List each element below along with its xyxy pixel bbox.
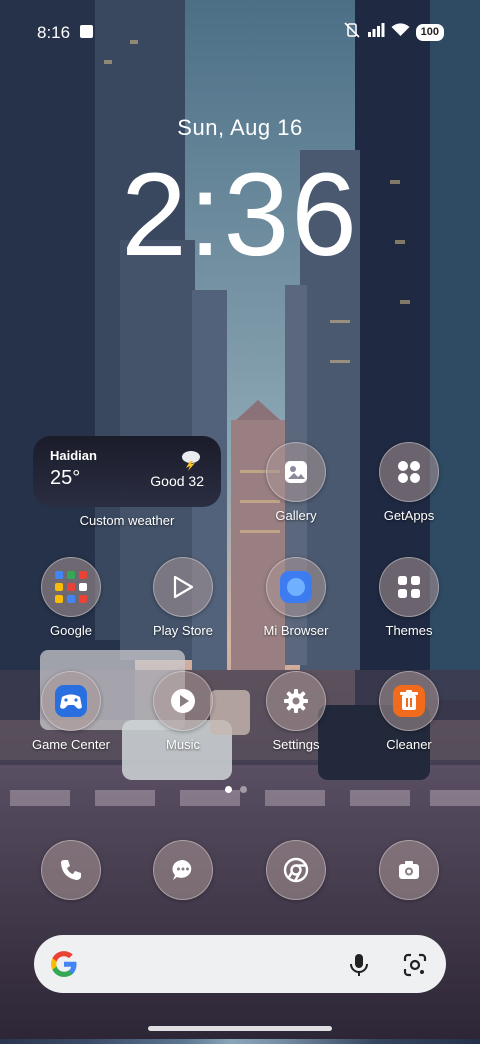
google-search-bar[interactable] [34, 935, 446, 993]
mi-browser-label: Mi Browser [263, 623, 329, 638]
app-music[interactable]: Music [128, 671, 238, 752]
gesture-home-bar[interactable] [148, 1026, 332, 1031]
google-label: Google [50, 623, 92, 638]
app-settings[interactable]: Settings [241, 671, 351, 752]
microphone-icon[interactable] [348, 952, 370, 983]
app-getapps[interactable]: GetApps [354, 442, 464, 523]
messages-icon [153, 840, 213, 900]
phone-icon [41, 840, 101, 900]
page-dot-2[interactable] [240, 786, 247, 793]
google-lens-icon[interactable] [402, 952, 428, 983]
cleaner-label: Cleaner [386, 737, 432, 752]
page-dot-1[interactable] [225, 786, 232, 793]
settings-gear-icon [266, 671, 326, 731]
settings-label: Settings [272, 737, 320, 752]
mi-browser-icon [266, 557, 326, 617]
play-store-icon [153, 557, 213, 617]
status-bar: 8:16 100 [0, 0, 480, 64]
themes-icon [379, 557, 439, 617]
dock-messages[interactable] [128, 840, 238, 900]
status-time: 8:16 [37, 23, 71, 42]
signal-icon [367, 23, 385, 42]
dock-chrome[interactable] [241, 840, 351, 900]
weather-temperature: 25° [50, 467, 81, 489]
gallery-icon [266, 442, 326, 502]
gallery-label: Gallery [275, 508, 317, 523]
weather-air-quality: Good 32 [150, 473, 204, 489]
vibrate-off-icon [343, 22, 361, 43]
music-label: Music [166, 737, 200, 752]
clock-widget[interactable]: 2:36 [0, 140, 480, 290]
app-cleaner[interactable]: Cleaner [354, 671, 464, 752]
music-icon [153, 671, 213, 731]
thunderstorm-icon [179, 449, 203, 476]
google-folder-icon [41, 557, 101, 617]
app-google-folder[interactable]: Google [16, 557, 126, 638]
app-mi-browser[interactable]: Mi Browser [241, 557, 351, 638]
weather-widget[interactable]: Haidian 25° Good 32 [33, 436, 221, 507]
status-icons: 100 [343, 22, 444, 43]
dock-camera[interactable] [354, 840, 464, 900]
app-gallery[interactable]: Gallery [241, 442, 351, 523]
wifi-icon [391, 23, 410, 42]
camera-icon [379, 840, 439, 900]
page-indicator[interactable] [225, 786, 247, 793]
weather-city: Haidian [50, 448, 97, 463]
chrome-icon [266, 840, 326, 900]
themes-label: Themes [385, 623, 433, 638]
weather-widget-label: Custom weather [79, 513, 175, 528]
battery-indicator: 100 [415, 24, 444, 41]
cleaner-icon [379, 671, 439, 731]
game-center-label: Game Center [31, 737, 111, 752]
google-logo-icon [48, 948, 80, 985]
notification-icon [80, 25, 93, 38]
dock-phone[interactable] [16, 840, 126, 900]
date-label: Sun, Aug 16 [177, 115, 303, 140]
getapps-label: GetApps [383, 508, 435, 523]
app-themes[interactable]: Themes [354, 557, 464, 638]
play-store-label: Play Store [153, 623, 213, 638]
game-center-icon [41, 671, 101, 731]
app-game-center[interactable]: Game Center [16, 671, 126, 752]
getapps-icon [379, 442, 439, 502]
app-play-store[interactable]: Play Store [128, 557, 238, 638]
